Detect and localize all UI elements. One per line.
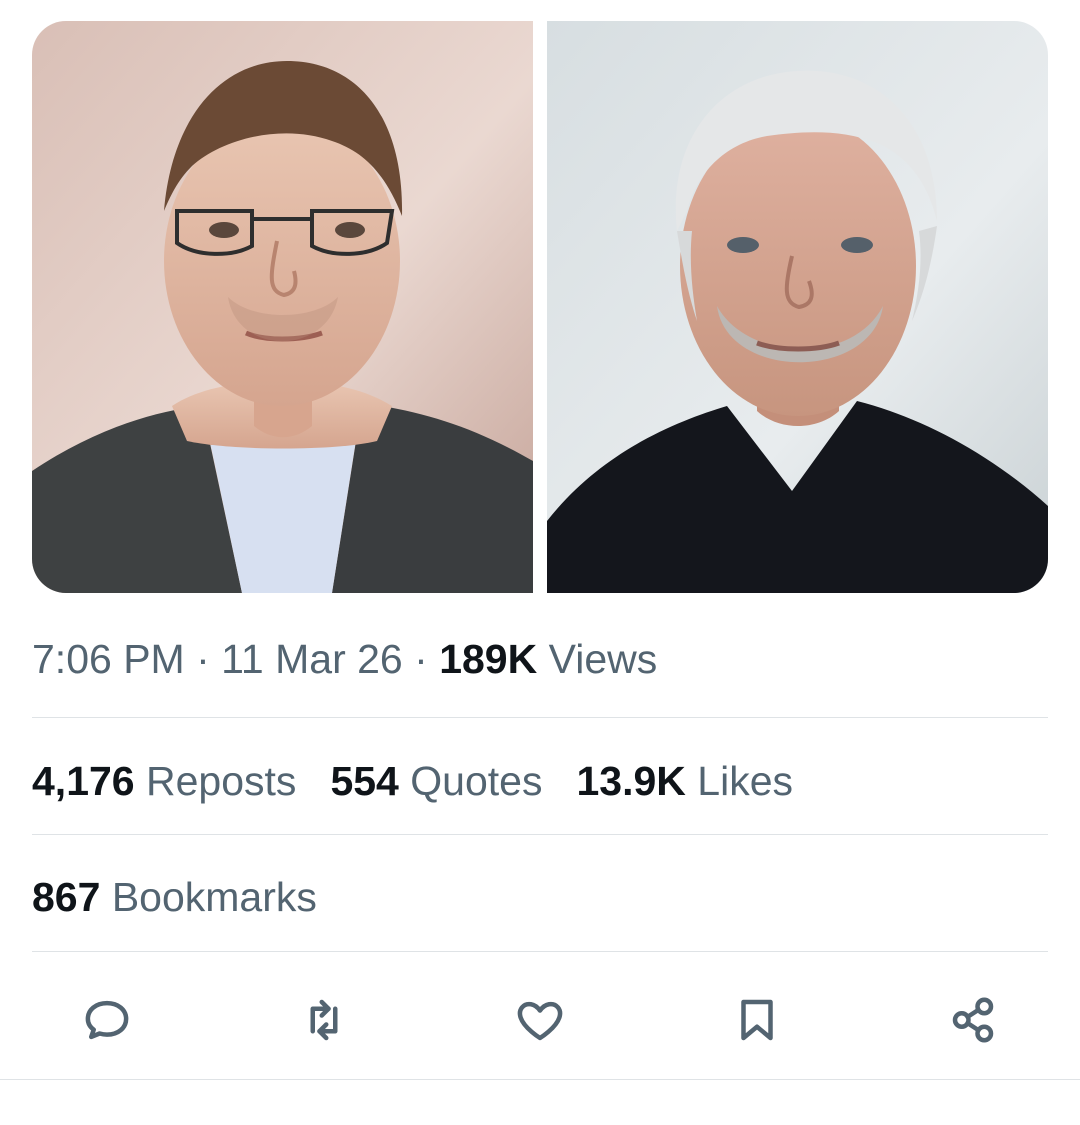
footer-divider [0,1079,1080,1080]
bookmark-icon [740,999,773,1041]
reply-button[interactable] [32,985,182,1055]
engagement-stats: 4,176 Reposts 554 Quotes 13.9K Likes [32,750,1048,812]
bookmarks-count: 867 [32,874,101,920]
divider-middle [32,834,1048,835]
repost-icon [310,999,337,1041]
bookmarks-label: Bookmarks [111,874,317,920]
bookmarks-stat[interactable]: 867 Bookmarks [32,866,317,928]
bottom-area [0,1081,1080,1125]
meta-separator-2: · [414,636,428,682]
tweet-actions [32,985,1048,1055]
like-icon [517,1001,563,1041]
tweet-meta-row: 7:06 PM · 11 Mar 26 · 189K Views [32,630,1048,688]
repost-button[interactable] [249,985,399,1055]
bookmark-button[interactable] [682,985,832,1055]
likes-label: Likes [697,758,794,804]
share-icon [952,997,994,1043]
tweet-date[interactable]: 11 Mar 26 [221,636,403,682]
tweet-detail-screen: 7:06 PM · 11 Mar 26 · 189K Views 4,176 R… [0,0,1080,1125]
reposts-stat[interactable]: 4,176 Reposts [32,750,296,812]
bookmarks-row: 867 Bookmarks [32,866,1048,928]
views-count: 189K [439,636,538,682]
left-photo[interactable] [32,21,533,593]
likes-stat[interactable]: 13.9K Likes [576,750,793,812]
left-photo-illustration [32,21,533,593]
right-photo[interactable] [547,21,1048,593]
tweet-time[interactable]: 7:06 PM [32,636,185,682]
reposts-label: Reposts [146,758,297,804]
quotes-count: 554 [330,758,399,804]
divider-top [32,717,1048,718]
tweet-media-grid[interactable] [32,21,1048,593]
quotes-stat[interactable]: 554 Quotes [330,750,542,812]
likes-count: 13.9K [576,758,686,804]
divider-bottom [32,951,1048,952]
meta-separator: · [196,636,210,682]
views-label: Views [548,636,658,682]
right-photo-illustration [547,21,1048,593]
reposts-count: 4,176 [32,758,135,804]
share-button[interactable] [898,985,1048,1055]
reply-icon [85,1000,129,1040]
like-button[interactable] [465,985,615,1055]
quotes-label: Quotes [410,758,543,804]
